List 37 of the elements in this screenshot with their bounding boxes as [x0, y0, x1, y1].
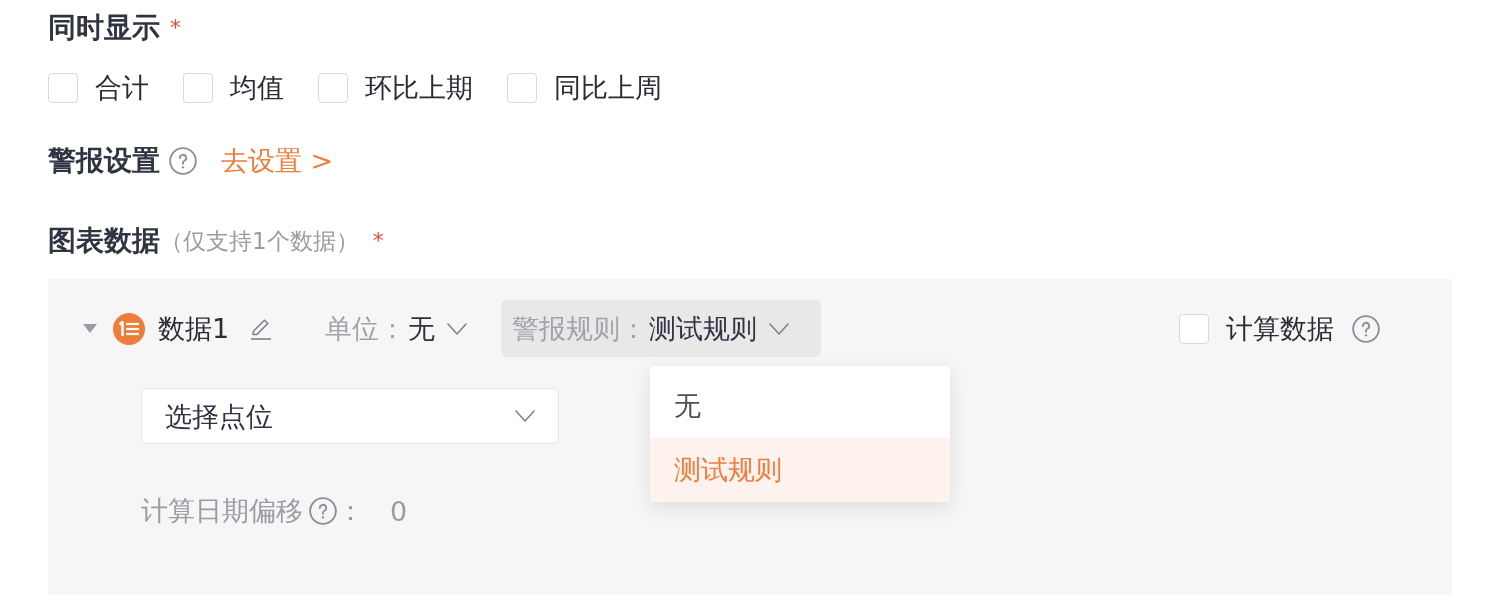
section-title: 同时显示	[48, 10, 160, 46]
offset-value: 0	[390, 495, 408, 527]
checkbox[interactable]	[318, 73, 348, 103]
offset-label: 计算日期偏移	[141, 494, 303, 528]
help-icon[interactable]	[1352, 314, 1380, 343]
checkbox-label: 计算数据	[1226, 311, 1334, 346]
checkbox[interactable]	[183, 73, 213, 103]
chevron-icon	[515, 410, 535, 422]
caret-icon[interactable]	[83, 324, 97, 333]
checkbox[interactable]	[507, 73, 537, 103]
alert-rule-value: 测试规则	[649, 311, 758, 346]
chevron-icon	[769, 322, 790, 335]
checkbox-label: 环比上期	[365, 71, 473, 105]
alert-rule-select[interactable]: 警报规则：测试规则	[501, 300, 822, 357]
section-note: （仅支持1个数据）	[160, 227, 359, 256]
checkbox[interactable]	[48, 73, 78, 103]
checkbox-label: 合计	[95, 71, 149, 105]
list-badge-icon	[113, 312, 145, 345]
unit-value: 无	[408, 311, 436, 346]
menu-item[interactable]: 无	[650, 374, 951, 438]
help-icon[interactable]	[309, 497, 337, 525]
checkbox-label: 均值	[230, 71, 284, 105]
offset-colon: ：	[337, 494, 364, 528]
help-icon[interactable]	[169, 147, 197, 175]
checkbox[interactable]	[1179, 313, 1209, 344]
chevron-icon	[447, 322, 468, 335]
point-select-field[interactable]: 选择点位	[141, 388, 559, 444]
section-title: 图表数据	[48, 223, 160, 259]
checkbox-label: 同比上周	[554, 71, 662, 105]
unit-select[interactable]: 单位：无	[325, 300, 468, 357]
required-mark: *	[170, 14, 181, 42]
series-name: 数据1	[158, 311, 230, 346]
alert-rule-label: 警报规则：	[512, 311, 648, 346]
required-mark: *	[372, 227, 384, 255]
pencil-icon[interactable]	[249, 316, 274, 341]
section-title: 警报设置	[48, 143, 160, 179]
unit-label: 单位：	[325, 311, 407, 346]
